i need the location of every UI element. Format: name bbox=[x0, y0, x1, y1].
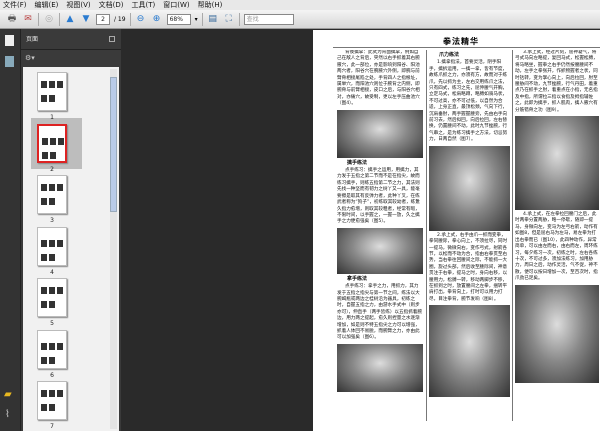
thumbnail-label: 5 bbox=[50, 320, 54, 327]
page-title: 拳法精华 bbox=[443, 37, 479, 46]
search-input[interactable]: 查找 bbox=[243, 13, 294, 25]
thumbnail-label: 3 bbox=[50, 217, 54, 224]
menu-edit[interactable]: 编辑(E) bbox=[32, 0, 64, 10]
paragraph: 背後擒拿：此式为背面擒拿，例如自己在敌人之背后，突然以右手抓着其右腕腋穴，此一部… bbox=[337, 50, 420, 107]
figure-photo bbox=[515, 116, 599, 211]
column-1: 背後擒拿：此式为背面擒拿，例如自己在敌人之背后，突然以右手抓着其右腕腋穴，此一部… bbox=[337, 50, 423, 430]
attachment-icon[interactable]: ⌇ bbox=[5, 409, 10, 420]
figure-photo bbox=[429, 305, 510, 398]
paragraph: 3.承上式，经过片刻，屈神凝气，将弓式马向左略提，复回马式，松握松膊，将马略坐，… bbox=[515, 50, 598, 113]
thumbnail-label: 4 bbox=[50, 268, 54, 276]
paragraph: 4.承上式，在左拳拉回腰门之后，此时两拳分置两胁，略一停歇，随即一提马，身微向左… bbox=[515, 212, 598, 282]
divider bbox=[59, 12, 60, 26]
section-heading: 爪力练法 bbox=[439, 52, 460, 58]
menu-document[interactable]: 文档(D) bbox=[96, 0, 129, 10]
comments-icon[interactable]: ▰ bbox=[4, 389, 12, 400]
fit-page-icon[interactable]: ▤ bbox=[207, 13, 219, 25]
figure-photo bbox=[337, 109, 423, 158]
scrollbar-thumb[interactable] bbox=[110, 77, 117, 212]
scrollbar[interactable] bbox=[110, 69, 117, 429]
menu-help[interactable]: 帮助(H) bbox=[195, 0, 228, 10]
previous-page-icon[interactable]: ▲ bbox=[64, 13, 76, 25]
menu-view[interactable]: 视图(V) bbox=[63, 0, 95, 10]
divider bbox=[201, 12, 203, 26]
thumbnail-label: 1 bbox=[50, 114, 54, 121]
page-total: / 19 bbox=[114, 15, 126, 23]
divider bbox=[238, 12, 240, 26]
page-thumbnail[interactable] bbox=[37, 123, 67, 163]
paragraph: 1.擒拿指法，首要灵活，阴手阳手，擒拆运用，一擒一拿，皆有节度，故练爪抓之力，亦… bbox=[429, 60, 508, 143]
print-icon[interactable]: 🖶 bbox=[6, 13, 18, 25]
figure-photo bbox=[515, 284, 599, 383]
menu-file[interactable]: 文件(F) bbox=[0, 0, 32, 10]
zoom-input[interactable]: 68% bbox=[166, 13, 191, 25]
page-thumbnail[interactable] bbox=[37, 329, 67, 369]
page-thumbnail[interactable] bbox=[37, 278, 67, 317]
zoom-in-icon[interactable]: ⊕ bbox=[151, 13, 163, 25]
full-screen-icon[interactable]: ⛶ bbox=[223, 13, 235, 25]
figure-photo bbox=[337, 227, 423, 274]
page-thumbnail[interactable] bbox=[37, 381, 67, 420]
divider bbox=[426, 50, 427, 421]
panel-title: 页面 bbox=[26, 36, 39, 43]
next-page-icon[interactable]: ▼ bbox=[80, 13, 92, 25]
pages-panel: 页面 ⚙▾ 1 2 3 4 5 6 7 bbox=[21, 29, 121, 431]
document-page: 拳法精华 背後擒拿：此式为背面擒拿，例如自己在敌人之背后，突然以右手抓着其右腕腋… bbox=[313, 30, 600, 431]
divider bbox=[38, 12, 39, 26]
options-icon[interactable]: ⚙▾ bbox=[21, 50, 121, 66]
menu-bar: 文件(F) 编辑(E) 视图(V) 文档(D) 工具(T) 窗口(W) 帮助(H… bbox=[0, 0, 600, 10]
page-thumbnail[interactable] bbox=[37, 226, 67, 266]
divider bbox=[512, 50, 513, 421]
figure-photo bbox=[429, 145, 510, 231]
bookmarks-icon[interactable] bbox=[5, 56, 14, 67]
thumbnail-label: 7 bbox=[50, 423, 54, 430]
column-3: 3.承上式，经过片刻，屈神凝气，将弓式马向左略提，复回马式，松握松膊，将马略坐，… bbox=[515, 50, 599, 430]
divider bbox=[129, 12, 131, 26]
page-thumbnail[interactable] bbox=[37, 72, 67, 111]
paragraph: 2.承上式，右手由爪一抓而变拳，拳同腰际，拳心向上，不须拉尽，同时一提马，微微向… bbox=[429, 232, 508, 302]
collaborate-icon[interactable]: ✉ bbox=[22, 13, 34, 25]
chevron-down-icon[interactable]: ▾ bbox=[195, 16, 198, 23]
share-icon[interactable]: ◎ bbox=[43, 13, 55, 25]
toolbar: 🖶 ✉ ◎ ▲ ▼ 2 / 19 ⊖ ⊕ 68% ▾ ▤ ⛶ 查找 bbox=[0, 10, 600, 29]
page-thumbnail[interactable] bbox=[37, 175, 67, 214]
divider bbox=[333, 47, 600, 48]
paragraph: 点手练习：擒手之运用，用擒力，其力发于五指之第二节而不是在指尖，故而练习擒手，则… bbox=[337, 168, 420, 225]
zoom-out-icon[interactable]: ⊖ bbox=[135, 13, 147, 25]
menu-window[interactable]: 窗口(W) bbox=[160, 0, 194, 10]
figure-photo bbox=[337, 343, 423, 392]
section-heading: 拿手练法 bbox=[347, 275, 368, 282]
navigation-strip: ▰ ⌇ bbox=[0, 29, 21, 431]
thumbnail-label: 2 bbox=[50, 165, 54, 173]
thumbnail-list: 1 2 3 4 5 6 7 bbox=[23, 67, 119, 431]
column-2: 爪力练法 1.擒拿指法，首要灵活，阴手阳手，擒拆运用，一擒一拿，皆有节度，故练爪… bbox=[429, 50, 510, 430]
thumbnail-label: 6 bbox=[50, 371, 54, 379]
pages-icon[interactable] bbox=[5, 35, 14, 46]
paragraph: 点手练习：拿手之力，用抓力，其力发于五指之指尖与第一节之间，练法以大腕竭瓶或两边… bbox=[337, 284, 422, 341]
page-number-input[interactable]: 2 bbox=[96, 13, 110, 25]
section-heading: 擒手练法 bbox=[347, 159, 368, 166]
menu-tools[interactable]: 工具(T) bbox=[129, 0, 161, 10]
panel-close-icon[interactable] bbox=[109, 36, 115, 42]
